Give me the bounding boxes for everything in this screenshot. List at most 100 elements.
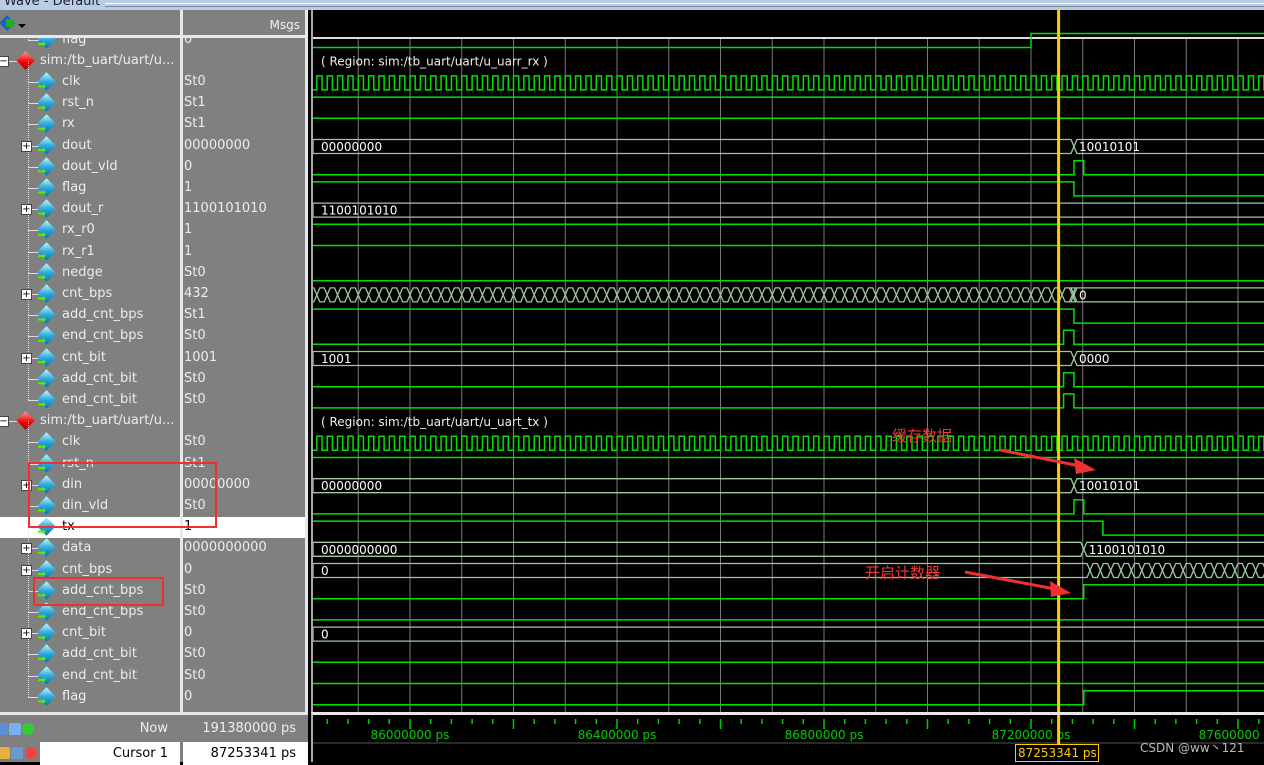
signal-row[interactable]: add_cnt_bit St0 xyxy=(0,357,308,390)
waveform-area[interactable]: ( Region: sim:/tb_uart/uart/u_uarr_rx ) 0… xyxy=(311,10,1264,712)
expand-icon[interactable]: + xyxy=(21,543,32,555)
now-label: Now xyxy=(139,721,168,736)
bus-segment xyxy=(326,287,339,303)
time-axis[interactable]: 86000000 ps 86400000 ps 86800000 ps 8720000… xyxy=(311,712,1264,762)
title-bar: Wave - Default xyxy=(0,0,1264,10)
bus-segment xyxy=(313,138,1075,155)
region-label: ( Region: sim:/tb_uart/uart/u_uart_tx ) xyxy=(321,415,548,429)
chevron-down-icon[interactable] xyxy=(18,24,26,32)
collapse-icon[interactable]: − xyxy=(0,55,9,67)
signal-value: St0 xyxy=(184,603,206,619)
signal-row[interactable]: add_cnt_bit St0 xyxy=(0,633,308,665)
bus-segment xyxy=(1120,562,1133,579)
signal-name: cnt_bps xyxy=(62,561,113,577)
signal-name: dout_r xyxy=(62,201,104,217)
signal-value: St0 xyxy=(184,434,206,450)
signal-name: rst_n xyxy=(62,95,94,111)
bus-segment xyxy=(657,287,670,303)
bus-value: 0000000000 xyxy=(321,543,397,557)
signal-icon xyxy=(37,178,56,197)
bus-segment xyxy=(574,287,587,303)
lock-icon[interactable] xyxy=(0,747,10,759)
bit-wave xyxy=(313,371,1264,388)
bus-segment xyxy=(1213,562,1226,579)
signal-row[interactable]: rst_n St1 xyxy=(0,82,308,114)
watermark: CSDN @ww丶121 xyxy=(1140,741,1245,755)
cursor-time-label[interactable]: 87253341 ps xyxy=(1015,744,1099,762)
signal-row[interactable]: + data 0000000000 xyxy=(0,527,308,559)
bus-segment xyxy=(1069,287,1077,303)
bus-segment xyxy=(409,287,422,303)
signal-name: dout xyxy=(62,137,92,153)
bus-segment xyxy=(605,287,618,303)
bus-segment xyxy=(533,287,546,303)
signal-row[interactable]: end_cnt_bit St0 xyxy=(0,378,308,411)
bit-wave xyxy=(313,329,1264,346)
bus-segment xyxy=(336,287,349,303)
tree-line xyxy=(28,251,29,273)
signal-row[interactable]: nedge St0 xyxy=(0,251,308,284)
tree-line xyxy=(28,654,29,676)
signal-row[interactable]: + dout_r 1100101010 xyxy=(0,188,308,220)
bus-segment xyxy=(1151,562,1164,579)
signal-value: St0 xyxy=(184,646,206,662)
bus-value: 00000000 xyxy=(321,140,382,154)
title-grip[interactable] xyxy=(105,3,1264,7)
bus-segment xyxy=(1172,562,1184,579)
collapse-icon[interactable]: − xyxy=(0,416,9,428)
signal-row[interactable]: rx St1 xyxy=(0,103,308,135)
now-value: 191380000 ps xyxy=(202,721,296,736)
signal-value: St0 xyxy=(184,328,206,344)
signal-value: 1 xyxy=(184,222,193,238)
remove-icon[interactable] xyxy=(25,747,37,759)
bus-segment xyxy=(875,287,887,303)
signal-row[interactable]: + cnt_bit 0 xyxy=(0,612,308,644)
clock-wave xyxy=(313,75,1264,91)
bus-segment xyxy=(1099,562,1112,579)
bus-segment xyxy=(461,287,473,303)
bus-value: 0 xyxy=(1079,288,1087,302)
bus-segment xyxy=(481,287,494,303)
column-divider[interactable] xyxy=(180,10,183,712)
signal-row[interactable]: + dout 00000000 xyxy=(0,124,308,157)
bus-segment xyxy=(357,287,370,303)
signal-row[interactable]: dout_vld 0 xyxy=(0,145,308,178)
wrench-icon[interactable] xyxy=(11,747,23,759)
expand-icon[interactable]: + xyxy=(21,564,32,576)
cursor-list-icon[interactable] xyxy=(9,723,21,735)
signal-icon xyxy=(37,262,56,282)
bus-segment xyxy=(616,287,629,303)
expand-icon[interactable]: + xyxy=(21,140,32,152)
signal-row[interactable]: flag 1 xyxy=(0,166,308,199)
bus-segment xyxy=(313,541,1085,557)
bus-value: 1100101010 xyxy=(321,204,397,218)
bus-segment xyxy=(313,478,1075,494)
signal-row[interactable]: rx_r1 1 xyxy=(0,230,308,263)
bus-segment xyxy=(916,287,929,303)
signal-row[interactable]: rx_r0 1 xyxy=(0,209,308,241)
signal-row[interactable]: + cnt_bps 432 xyxy=(0,272,308,305)
signal-row[interactable]: clk St0 xyxy=(0,60,308,93)
signal-row[interactable]: + cnt_bit 1001 xyxy=(0,336,308,369)
expand-icon[interactable]: + xyxy=(21,288,32,300)
window-title: Wave - Default xyxy=(4,0,101,9)
signal-group-row[interactable]: − sim:/tb_uart/uart/u... xyxy=(0,50,308,72)
signal-row[interactable]: add_cnt_bps St1 xyxy=(0,294,308,326)
bus-segment xyxy=(1019,287,1032,303)
signal-icon xyxy=(37,432,56,451)
signal-row[interactable]: end_cnt_bit St0 xyxy=(0,654,308,687)
waveform-canvas[interactable]: ( Region: sim:/tb_uart/uart/u_uarr_rx ) 0… xyxy=(313,10,1264,712)
bus-segment xyxy=(450,287,463,303)
tree-line xyxy=(28,315,29,337)
expand-icon[interactable]: + xyxy=(21,204,32,216)
expand-icon[interactable]: + xyxy=(21,352,32,364)
panel-divider[interactable] xyxy=(305,10,308,712)
signal-group-row[interactable]: − sim:/tb_uart/uart/u... xyxy=(0,411,308,432)
signal-row[interactable]: end_cnt_bps St0 xyxy=(0,315,308,347)
cursor-add-icon[interactable] xyxy=(0,723,8,735)
signal-row[interactable]: flag 0 xyxy=(0,675,308,708)
signal-value: 1001 xyxy=(184,349,218,365)
signal-row[interactable]: clk St0 xyxy=(0,421,308,453)
expand-icon[interactable]: + xyxy=(21,628,32,640)
add-icon[interactable] xyxy=(22,723,34,735)
